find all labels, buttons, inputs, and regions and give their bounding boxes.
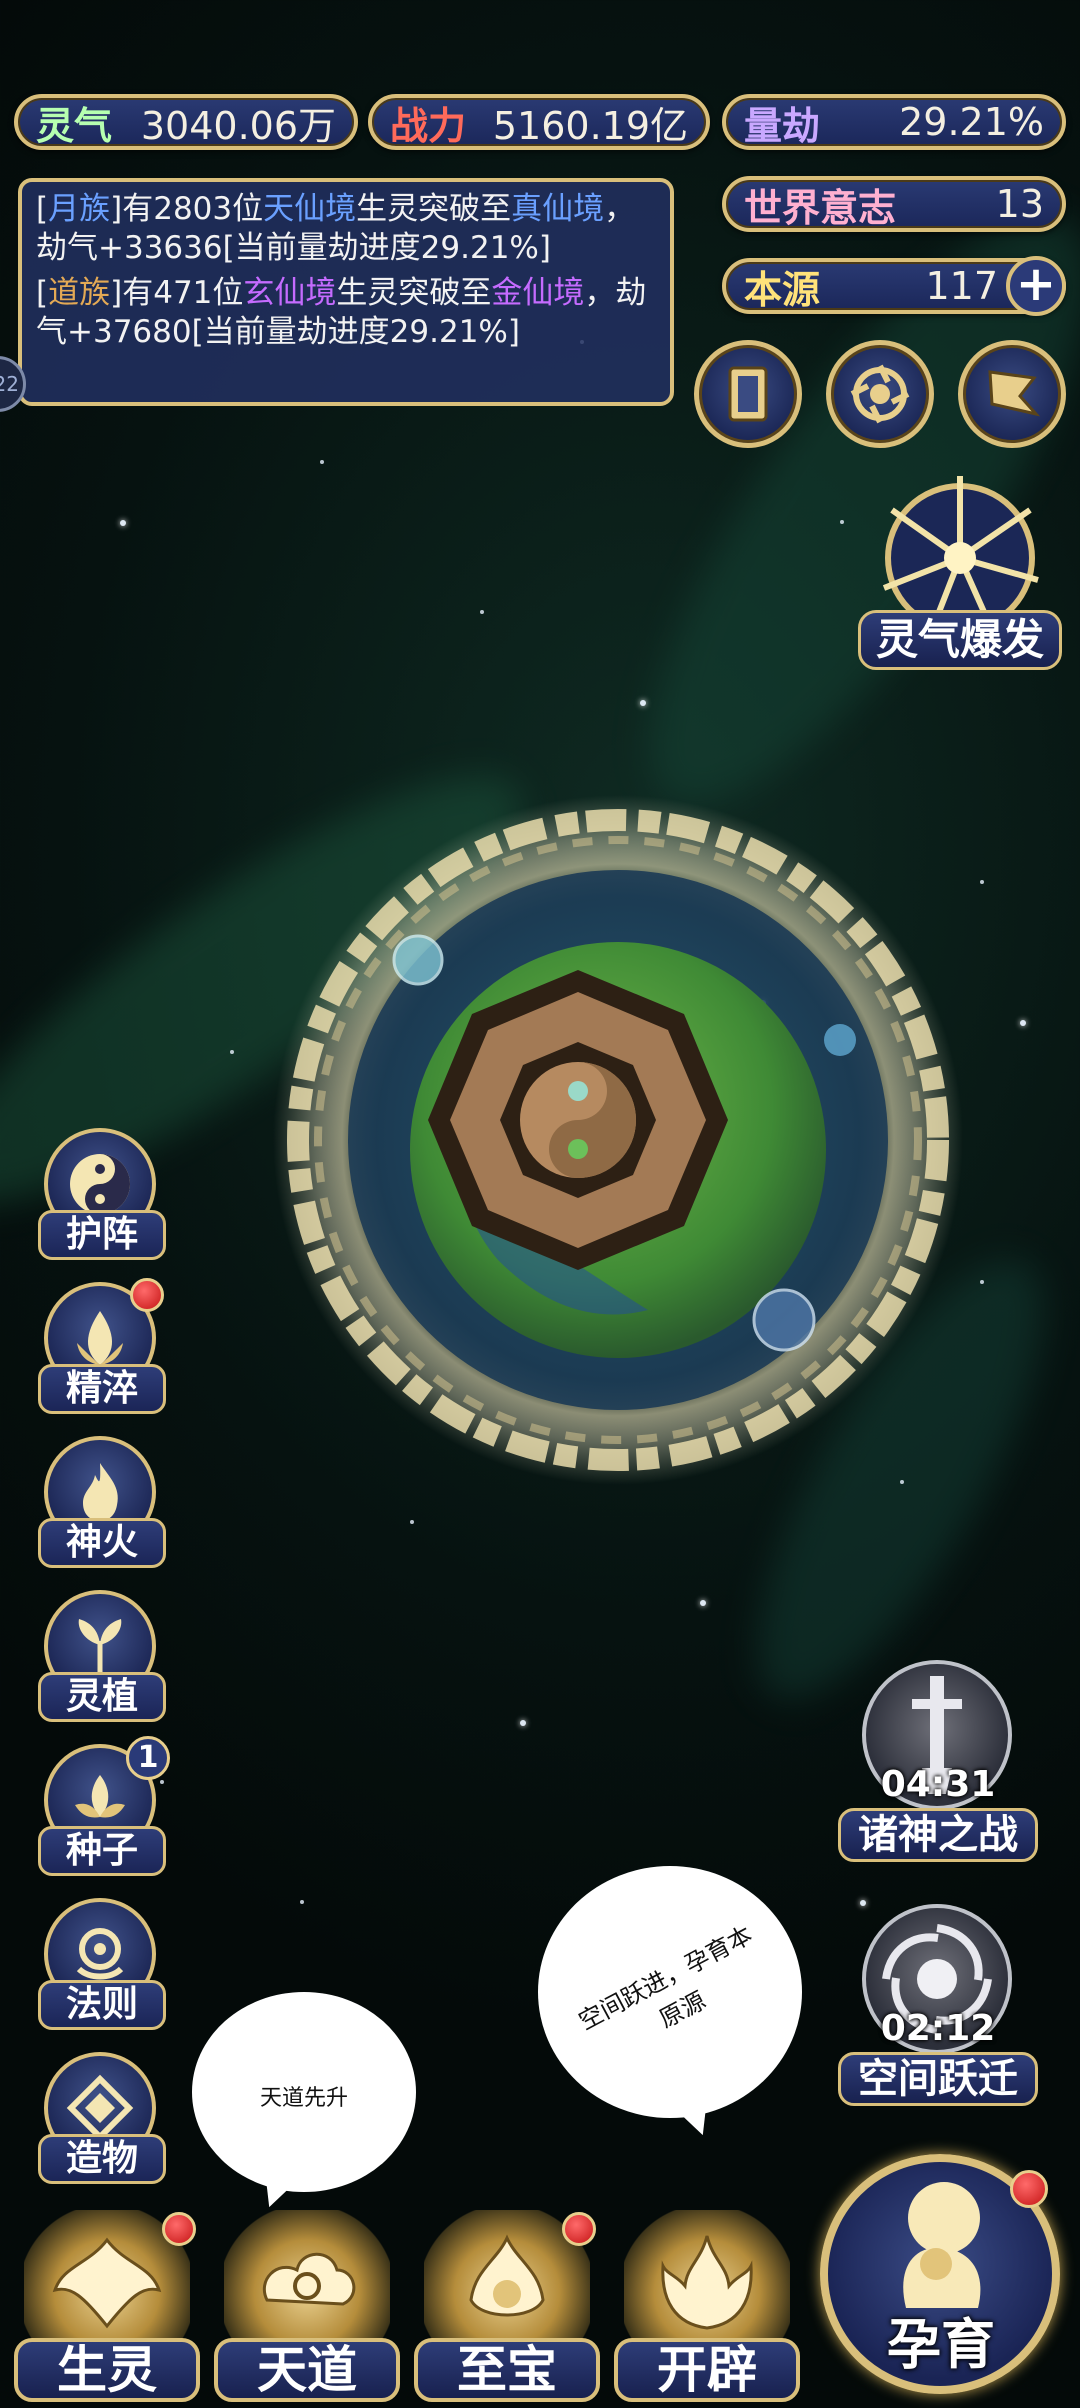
vortex-button[interactable] — [826, 340, 934, 448]
shijie-yizhi-stat[interactable]: 世界意志 13 — [722, 176, 1066, 232]
zhushen-zhizhan-button[interactable]: 04:31 诸神之战 — [838, 1660, 1038, 1870]
realm-from: 玄仙境 — [243, 275, 337, 311]
yunyu-button[interactable]: 孕育 — [812, 2146, 1070, 2404]
bottom-tab-zhibao[interactable]: 至宝 — [414, 2210, 600, 2402]
add-benyuan-button[interactable]: + — [1006, 256, 1066, 316]
card-button[interactable] — [694, 340, 802, 448]
card-icon — [728, 366, 768, 422]
notification-dot — [162, 2212, 196, 2246]
bracket: [ — [36, 275, 49, 311]
flag-icon — [988, 370, 1041, 417]
side-item-label: 种子 — [38, 1826, 166, 1876]
realm-to: 金仙境 — [491, 275, 585, 311]
log-entry: [月族]有2803位天仙境生灵突破至真仙境，劫气+33636[当前量劫进度29.… — [36, 190, 656, 268]
zhanli-stat[interactable]: 战力 5160.19亿 — [368, 94, 710, 150]
bottom-tab-label: 开辟 — [614, 2338, 800, 2402]
log-text: 生灵突破至 — [356, 191, 512, 227]
mother-child-icon — [903, 2182, 981, 2308]
log-entry: [道族]有471位玄仙境生灵突破至金仙境，劫气+37680[当前量劫进度29.2… — [36, 274, 656, 352]
log-text: 有2803位 — [122, 191, 264, 227]
vortex-icon — [850, 364, 910, 424]
notification-dot — [562, 2212, 596, 2246]
side-item-label: 护阵 — [38, 1210, 166, 1260]
bottom-tab-tiandao[interactable]: 天道 — [214, 2210, 400, 2402]
yunyu-label: 孕育 — [887, 2313, 995, 2376]
side-item-zaowu[interactable]: 造物 — [38, 2052, 166, 2192]
notification-dot — [130, 1278, 164, 1312]
bracket: [ — [36, 191, 49, 227]
bottom-tab-shengling[interactable]: 生灵 — [14, 2210, 200, 2402]
kongjian-yueqian-button[interactable]: 02:12 空间跃迁 — [838, 1904, 1038, 2114]
planet-world[interactable] — [268, 790, 968, 1490]
burst-label: 灵气爆发 — [858, 610, 1062, 670]
event-log: [月族]有2803位天仙境生灵突破至真仙境，劫气+33636[当前量劫进度29.… — [18, 178, 674, 406]
timer-countdown: 02:12 — [880, 2008, 996, 2049]
speech-bubble-right: 空间跃进，孕育本 原源 — [538, 1866, 802, 2118]
benyuan-value: 117 — [925, 264, 998, 308]
liangjie-value: 29.21% — [899, 100, 1044, 144]
race-name[interactable]: 道族 — [48, 275, 110, 311]
shijie-yizhi-label: 世界意志 — [744, 185, 897, 230]
benyuan-stat[interactable]: 本源 117 + — [722, 256, 1066, 316]
lingqi-burst-button[interactable]: 灵气爆发 — [858, 470, 1062, 680]
benyuan-label: 本源 — [744, 267, 821, 312]
zhanli-value: 5160.19亿 — [492, 103, 688, 148]
zhanli-label: 战力 — [390, 103, 467, 148]
flag-button[interactable] — [958, 340, 1066, 448]
bubble-text: 空间跃进，孕育本 原源 — [560, 1911, 788, 2078]
liangjie-label: 量劫 — [744, 103, 821, 148]
side-item-huzhen[interactable]: 护阵 — [38, 1128, 166, 1268]
log-text: 有471位 — [122, 275, 244, 311]
speech-bubble-left: 天道先升 — [192, 1992, 416, 2192]
lingqi-value: 3040.06万 — [140, 103, 336, 148]
shijie-yizhi-value: 13 — [995, 182, 1044, 226]
planet-graphic — [273, 795, 963, 1485]
lingqi-stat[interactable]: 灵气 3040.06万 — [14, 94, 358, 150]
bottom-tab-label: 至宝 — [414, 2338, 600, 2402]
bubble-text: 天道先升 — [259, 2086, 348, 2111]
timer-countdown: 04:31 — [880, 1764, 996, 1805]
bracket: ] — [110, 275, 123, 311]
count-badge: 1 — [126, 1736, 170, 1780]
realm-to: 真仙境 — [511, 191, 605, 227]
side-item-label: 精淬 — [38, 1364, 166, 1414]
side-item-label: 造物 — [38, 2134, 166, 2184]
side-item-jingcui[interactable]: 精淬 — [38, 1278, 166, 1422]
lingqi-label: 灵气 — [36, 103, 113, 148]
bottom-tab-kaipi[interactable]: 开辟 — [614, 2210, 800, 2402]
liangjie-stat[interactable]: 量劫 29.21% — [722, 94, 1066, 150]
side-item-lingzhi[interactable]: 灵植 — [38, 1590, 166, 1730]
side-item-label: 神火 — [38, 1518, 166, 1568]
timer-label: 诸神之战 — [838, 1808, 1038, 1862]
bottom-tab-label: 生灵 — [14, 2338, 200, 2402]
bracket: ] — [110, 191, 123, 227]
notification-dot — [1010, 2170, 1048, 2208]
side-item-faze[interactable]: 法则 — [38, 1898, 166, 2038]
race-name[interactable]: 月族 — [48, 191, 110, 227]
side-item-label: 法则 — [38, 1980, 166, 2030]
side-item-label: 灵植 — [38, 1672, 166, 1722]
log-text: 生灵突破至 — [336, 275, 492, 311]
side-item-shenhuo[interactable]: 神火 — [38, 1436, 166, 1576]
timer-label: 空间跃迁 — [838, 2052, 1038, 2106]
bottom-tab-label: 天道 — [214, 2338, 400, 2402]
side-item-zhongzi[interactable]: 1 种子 — [38, 1736, 170, 1884]
realm-from: 天仙境 — [263, 191, 357, 227]
